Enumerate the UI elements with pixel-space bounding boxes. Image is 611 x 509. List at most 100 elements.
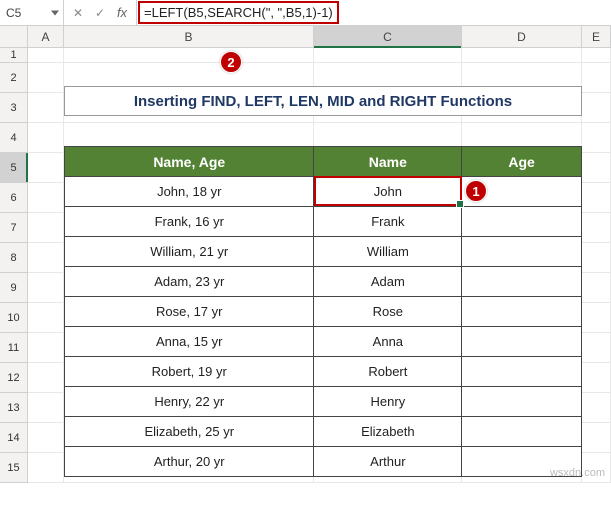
table-cell[interactable]: Rose, 17 yr: [65, 297, 314, 327]
cell[interactable]: [28, 48, 64, 63]
table-row: Anna, 15 yrAnna: [65, 327, 582, 357]
table-cell[interactable]: Frank: [314, 207, 462, 237]
worksheet[interactable]: 1 2 3 4 5 6 7 8 9 10 11 12 13 14 15 Inse…: [0, 48, 611, 483]
row-header-7[interactable]: 7: [0, 213, 28, 243]
cell[interactable]: [28, 183, 64, 213]
enter-icon[interactable]: ✓: [92, 5, 108, 21]
cell[interactable]: [28, 243, 64, 273]
table-row: Rose, 17 yrRose: [65, 297, 582, 327]
table-cell[interactable]: William, 21 yr: [65, 237, 314, 267]
table-cell[interactable]: [462, 387, 582, 417]
row-header-9[interactable]: 9: [0, 273, 28, 303]
cell[interactable]: [582, 183, 611, 213]
row-header-6[interactable]: 6: [0, 183, 28, 213]
cell[interactable]: [28, 63, 64, 93]
cell[interactable]: [64, 48, 314, 63]
table-row: John, 18 yrJohn: [65, 177, 582, 207]
table-cell[interactable]: [462, 207, 582, 237]
cell[interactable]: [582, 48, 611, 63]
cell[interactable]: [28, 393, 64, 423]
table-cell[interactable]: Henry, 22 yr: [65, 387, 314, 417]
table-row: Robert, 19 yrRobert: [65, 357, 582, 387]
cell[interactable]: [582, 153, 611, 183]
table-header-row: Name, Age Name Age: [65, 147, 582, 177]
formula-text: =LEFT(B5,SEARCH(", ",B5,1)-1): [138, 1, 339, 24]
cell[interactable]: [582, 363, 611, 393]
table-cell[interactable]: [462, 417, 582, 447]
row-header-4[interactable]: 4: [0, 123, 28, 153]
table-row: Elizabeth, 25 yrElizabeth: [65, 417, 582, 447]
formula-input[interactable]: =LEFT(B5,SEARCH(", ",B5,1)-1): [137, 0, 611, 25]
cell[interactable]: [582, 123, 611, 153]
callout-1-icon: 1: [465, 180, 487, 202]
table-cell[interactable]: Robert, 19 yr: [65, 357, 314, 387]
table-cell[interactable]: [462, 297, 582, 327]
cell[interactable]: [582, 303, 611, 333]
cell[interactable]: [582, 243, 611, 273]
table-cell[interactable]: Henry: [314, 387, 462, 417]
table-cell[interactable]: Elizabeth: [314, 417, 462, 447]
row-header-3[interactable]: 3: [0, 93, 28, 123]
table-cell[interactable]: John: [314, 177, 462, 207]
callout-2-icon: 2: [220, 51, 242, 73]
table-cell[interactable]: Adam: [314, 267, 462, 297]
table-cell[interactable]: Robert: [314, 357, 462, 387]
cell[interactable]: [582, 93, 611, 123]
table-cell[interactable]: [462, 357, 582, 387]
cell[interactable]: [28, 213, 64, 243]
cell[interactable]: [28, 363, 64, 393]
cell[interactable]: [28, 423, 64, 453]
cell[interactable]: [582, 213, 611, 243]
table-cell[interactable]: Arthur: [314, 447, 462, 477]
row-header-14[interactable]: 14: [0, 423, 28, 453]
cell[interactable]: [28, 303, 64, 333]
select-all-triangle[interactable]: [0, 26, 28, 48]
cell[interactable]: [462, 48, 582, 63]
col-header-a[interactable]: A: [28, 26, 64, 48]
table-cell[interactable]: Anna: [314, 327, 462, 357]
cell[interactable]: [582, 333, 611, 363]
table-cell[interactable]: Adam, 23 yr: [65, 267, 314, 297]
table-cell[interactable]: Rose: [314, 297, 462, 327]
header-name-age: Name, Age: [65, 147, 314, 177]
cell[interactable]: [28, 453, 64, 483]
cell[interactable]: [582, 423, 611, 453]
table-cell[interactable]: Elizabeth, 25 yr: [65, 417, 314, 447]
row-header-1[interactable]: 1: [0, 48, 28, 63]
row-header-2[interactable]: 2: [0, 63, 28, 93]
table-cell[interactable]: Arthur, 20 yr: [65, 447, 314, 477]
cancel-icon[interactable]: ✕: [70, 5, 86, 21]
col-header-e[interactable]: E: [582, 26, 611, 48]
header-age: Age: [462, 147, 582, 177]
table-cell[interactable]: John, 18 yr: [65, 177, 314, 207]
header-name: Name: [314, 147, 462, 177]
row-header-15[interactable]: 15: [0, 453, 28, 483]
table-cell[interactable]: [462, 267, 582, 297]
cell[interactable]: [28, 93, 64, 123]
cell[interactable]: [28, 123, 64, 153]
name-box[interactable]: C5: [0, 0, 64, 25]
cell[interactable]: [314, 48, 462, 63]
table-cell[interactable]: [462, 327, 582, 357]
table-cell[interactable]: Anna, 15 yr: [65, 327, 314, 357]
col-header-b[interactable]: B: [64, 26, 314, 48]
row-header-11[interactable]: 11: [0, 333, 28, 363]
column-headers: A B C D E: [0, 26, 611, 48]
cell[interactable]: [28, 333, 64, 363]
table-cell[interactable]: Frank, 16 yr: [65, 207, 314, 237]
table-cell[interactable]: William: [314, 237, 462, 267]
row-header-13[interactable]: 13: [0, 393, 28, 423]
row-header-12[interactable]: 12: [0, 363, 28, 393]
table-cell[interactable]: [462, 237, 582, 267]
cell[interactable]: [28, 153, 64, 183]
cell[interactable]: [582, 273, 611, 303]
row-header-5[interactable]: 5: [0, 153, 28, 183]
fx-icon[interactable]: fx: [114, 5, 130, 21]
cell[interactable]: [28, 273, 64, 303]
cell[interactable]: [582, 63, 611, 93]
col-header-c[interactable]: C: [314, 26, 462, 48]
row-header-10[interactable]: 10: [0, 303, 28, 333]
row-header-8[interactable]: 8: [0, 243, 28, 273]
cell[interactable]: [582, 393, 611, 423]
col-header-d[interactable]: D: [462, 26, 582, 48]
